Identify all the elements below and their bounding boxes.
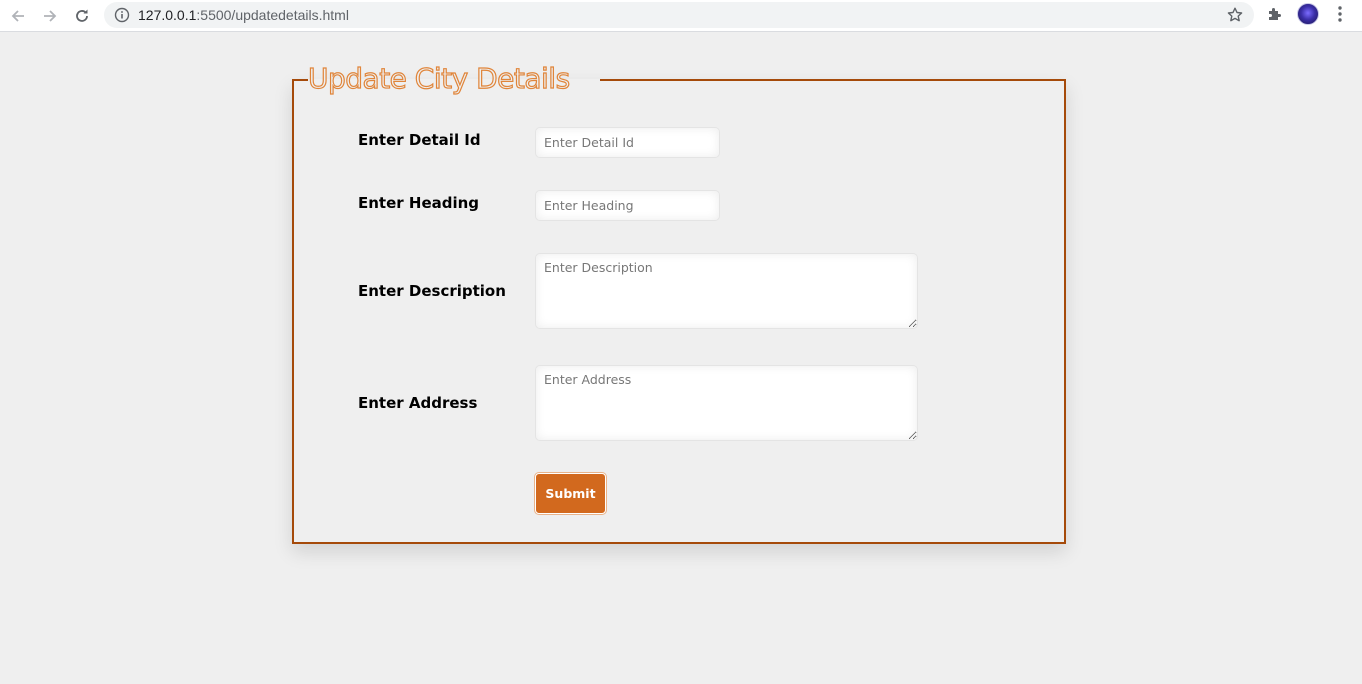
- reload-icon: [76, 9, 88, 22]
- fieldset-border-left: [292, 79, 308, 81]
- heading-label: Enter Heading: [358, 194, 480, 212]
- form-legend-title: Update City Details: [307, 61, 570, 95]
- description-textarea[interactable]: [535, 253, 918, 329]
- browser-toolbar: 127.0.0.1:5500/updatedetails.html: [0, 0, 1362, 32]
- arrow-left-icon: [11, 10, 24, 22]
- arrow-right-icon: [44, 10, 57, 22]
- address-label: Enter Address: [358, 394, 478, 412]
- bookmark-star-icon[interactable]: [1226, 6, 1244, 24]
- address-textarea[interactable]: [535, 365, 918, 441]
- kebab-menu-icon[interactable]: [1332, 5, 1348, 23]
- url-text: 127.0.0.1:5500/updatedetails.html: [138, 7, 349, 23]
- url-path: :5500/updatedetails.html: [196, 7, 349, 23]
- forward-button[interactable]: [38, 4, 62, 28]
- extensions-puzzle-icon[interactable]: [1266, 5, 1284, 23]
- url-host: 127.0.0.1: [138, 7, 197, 23]
- heading-input[interactable]: [535, 190, 720, 221]
- profile-avatar[interactable]: [1297, 3, 1319, 25]
- detail-id-input[interactable]: [535, 127, 720, 158]
- fieldset-border-right: [600, 79, 1066, 81]
- info-icon[interactable]: [114, 7, 130, 23]
- submit-button[interactable]: Submit: [535, 473, 606, 514]
- address-bar[interactable]: 127.0.0.1:5500/updatedetails.html: [104, 2, 1254, 28]
- detail-id-label: Enter Detail Id: [358, 131, 481, 149]
- description-label: Enter Description: [358, 282, 506, 300]
- reload-button[interactable]: [70, 4, 94, 28]
- back-button[interactable]: [6, 4, 30, 28]
